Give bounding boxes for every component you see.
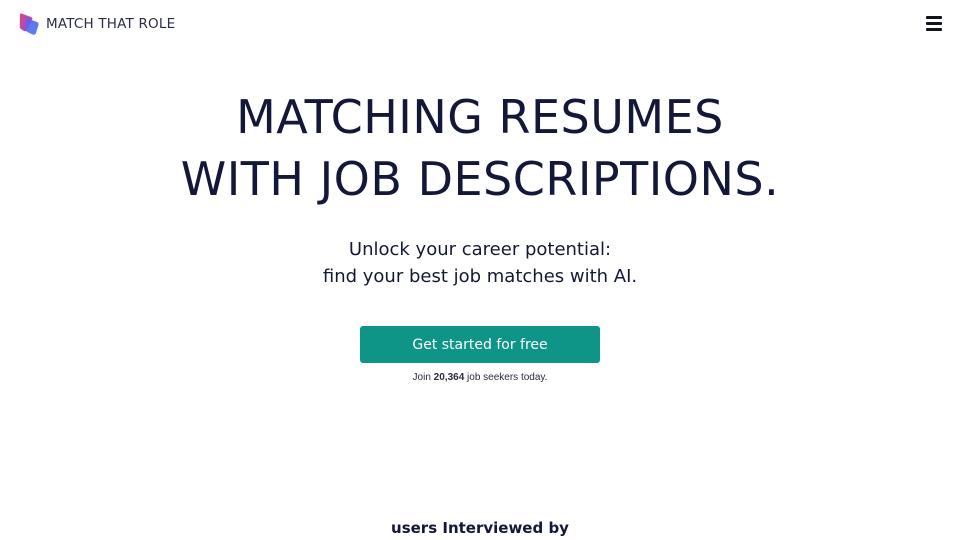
hero-subtitle-line-1: Unlock your career potential: (348, 239, 612, 260)
hero-subtitle-line-2: find your best job matches with AI. (322, 266, 638, 287)
hamburger-menu-icon[interactable] (926, 16, 942, 32)
hero-title-line-1: MATCHING RESUMES (236, 90, 724, 144)
match-that-role-logo-icon (19, 13, 39, 35)
get-started-button[interactable]: Get started for free (360, 326, 600, 363)
proof-prefix: Join (412, 372, 431, 383)
proof-count: 20,364 (433, 372, 465, 383)
brand-name: MATCH THAT ROLE (46, 16, 176, 32)
hero-subtitle: Unlock your career potential: find your … (0, 236, 960, 290)
site-header: MATCH THAT ROLE (0, 0, 960, 50)
social-proof-text: Join 20,364 job seekers today. (0, 372, 960, 383)
hero-title-line-2: WITH JOB DESCRIPTIONS. (180, 152, 780, 206)
proof-suffix: job seekers today. (467, 372, 548, 383)
landing-page: MATCH THAT ROLE MATCHING RESUMES WITH JO… (0, 0, 960, 540)
brand-home-link[interactable]: MATCH THAT ROLE (18, 12, 175, 36)
interviewed-by-heading: users Interviewed by (391, 519, 569, 537)
hero-title: MATCHING RESUMES WITH JOB DESCRIPTIONS. (0, 86, 960, 210)
